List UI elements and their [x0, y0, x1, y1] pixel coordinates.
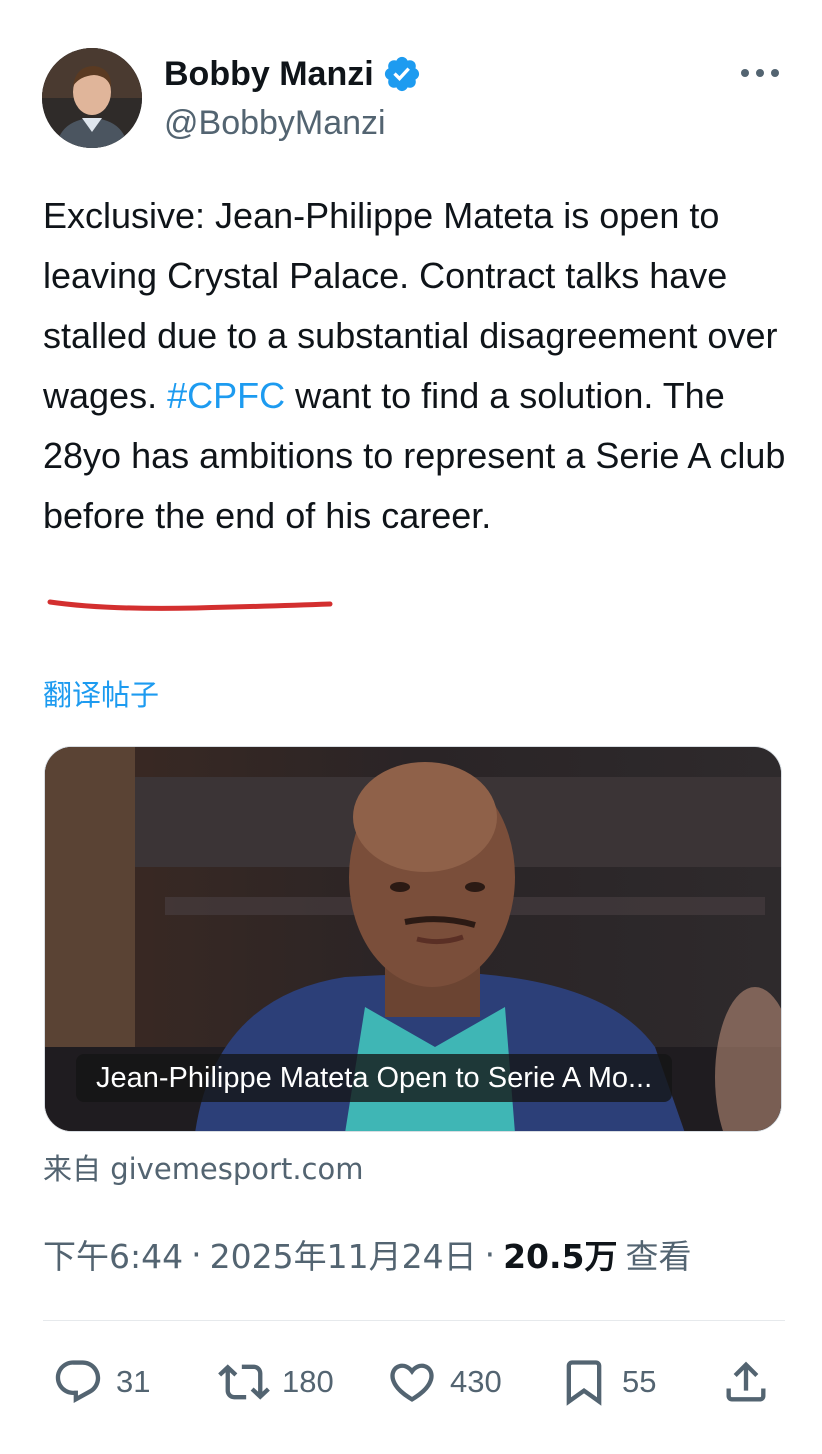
views-count[interactable]: 20.5万 [503, 1230, 617, 1278]
action-bar: 31 180 430 55 [52, 1350, 782, 1414]
retweet-count: 180 [282, 1364, 334, 1399]
views-label: 查看 [625, 1237, 692, 1276]
like-count: 430 [450, 1364, 502, 1399]
divider [43, 1320, 785, 1321]
tweet-header: Bobby Manzi @BobbyManzi [42, 48, 782, 148]
heart-icon [390, 1363, 434, 1402]
share-button[interactable] [720, 1350, 772, 1414]
bookmark-count: 55 [622, 1364, 657, 1399]
tweet-meta: 下午6:44 · 2025年11月24日 · 20.5万 查看 [43, 1230, 692, 1278]
reply-button[interactable]: 31 [52, 1350, 150, 1414]
tweet-date[interactable]: 2025年11月24日 [210, 1230, 477, 1278]
tweet-text: Exclusive: Jean-Philippe Mateta is open … [43, 186, 803, 546]
tweet-time[interactable]: 下午6:44 [43, 1230, 183, 1278]
display-name[interactable]: Bobby Manzi [164, 55, 374, 94]
red-underline-annotation [47, 599, 333, 611]
hashtag-link[interactable]: #CPFC [167, 375, 285, 416]
translate-link[interactable]: 翻译帖子 [43, 672, 159, 714]
media-card[interactable]: Jean-Philippe Mateta Open to Serie A Mo.… [44, 746, 782, 1132]
bookmark-icon [566, 1360, 602, 1406]
handle[interactable]: @BobbyManzi [164, 104, 386, 143]
avatar[interactable] [42, 48, 142, 148]
more-icon[interactable] [738, 58, 782, 88]
bookmark-button[interactable]: 55 [558, 1350, 656, 1414]
meta-separator: · [191, 1234, 202, 1274]
like-button[interactable]: 430 [386, 1350, 502, 1414]
name-row: Bobby Manzi [164, 54, 422, 94]
reply-count: 31 [116, 1364, 151, 1399]
verified-badge-icon [384, 56, 419, 92]
reply-icon [55, 1360, 101, 1404]
avatar-image [42, 48, 142, 148]
meta-separator: · [484, 1234, 496, 1274]
retweet-button[interactable]: 180 [218, 1350, 334, 1414]
retweet-icon [218, 1364, 270, 1400]
media-source[interactable]: 来自 givemesport.com [43, 1146, 364, 1188]
share-icon [726, 1361, 766, 1402]
media-caption: Jean-Philippe Mateta Open to Serie A Mo.… [76, 1054, 673, 1102]
